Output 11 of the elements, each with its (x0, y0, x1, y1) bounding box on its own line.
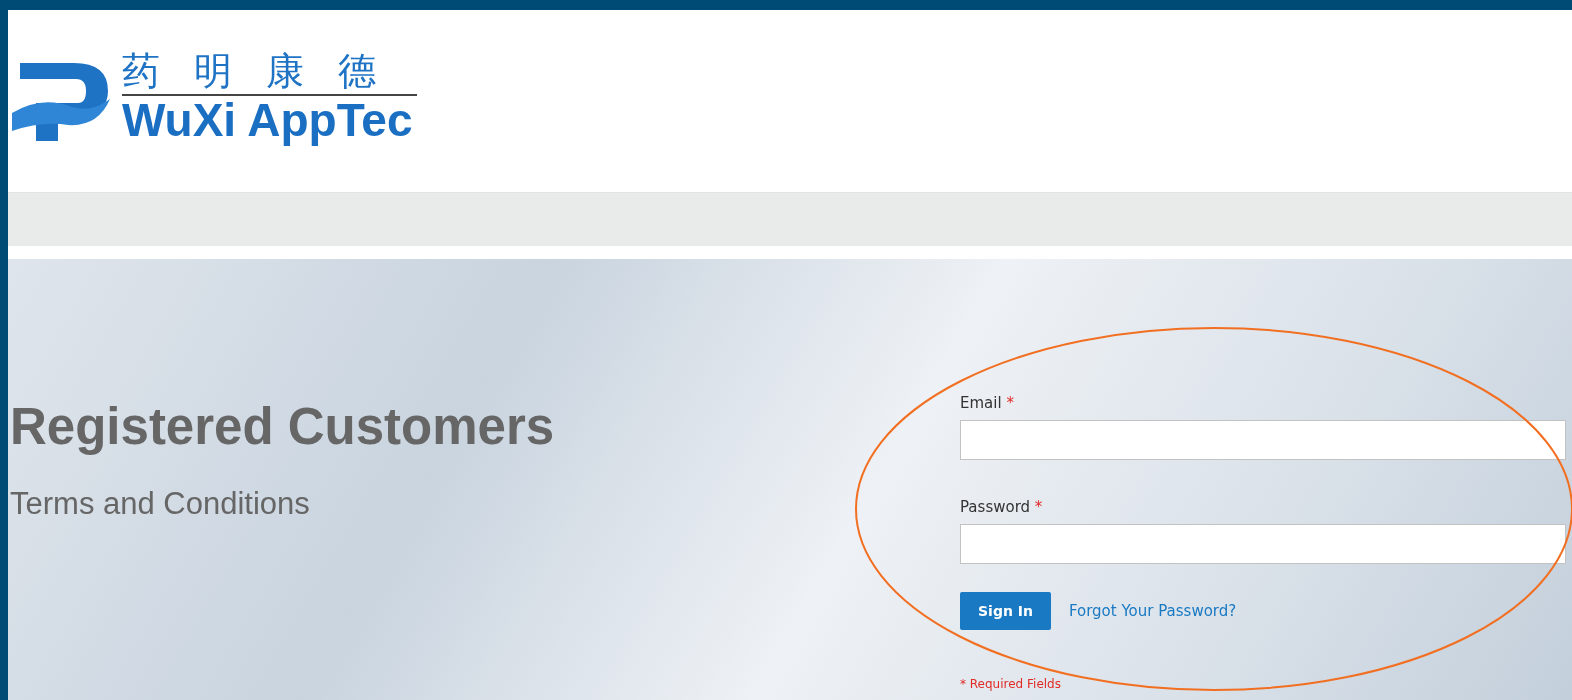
sign-in-button[interactable]: Sign In (960, 592, 1051, 630)
required-fields-note: * Required Fields (960, 677, 1061, 691)
email-field[interactable] (960, 420, 1566, 460)
page-title: Registered Customers (10, 397, 556, 456)
forgot-password-link[interactable]: Forgot Your Password? (1068, 602, 1237, 620)
password-field[interactable] (960, 524, 1566, 564)
logo-chinese-text: 药明康德 (122, 48, 417, 96)
field-label: Email * (960, 394, 1015, 412)
field-label: Password * (960, 498, 1044, 516)
terms-link[interactable]: Terms and Conditions (10, 486, 310, 522)
logo-english-text: WuXi AppTec (122, 96, 414, 144)
